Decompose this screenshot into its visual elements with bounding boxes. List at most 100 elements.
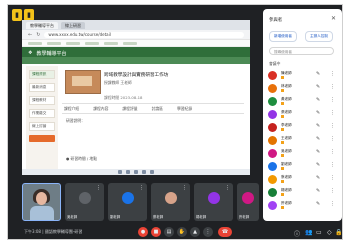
more-icon[interactable]: ⋮	[330, 84, 335, 90]
person-face	[36, 192, 47, 205]
mic-off-icon[interactable]: ✎	[316, 110, 320, 116]
url-field[interactable]: www.xxxx.edu.tw/course/detail	[44, 31, 244, 38]
more-icon[interactable]: ⋮	[330, 175, 335, 181]
info-icon[interactable]: ⓘ	[294, 229, 300, 238]
participant-row[interactable]: 蔡老師 ✎ ⋮	[268, 174, 338, 186]
shared-screen: 教學輔導平台 線上研習 ← ↻ www.xxxx.edu.tw/course/d…	[22, 20, 250, 175]
more-options-icon[interactable]: ⋮	[203, 227, 213, 237]
participant-row[interactable]: 黃老師 ✎ ⋮	[268, 96, 338, 108]
more-icon[interactable]: ⋮	[330, 162, 335, 168]
course-tab[interactable]: 課程評量	[122, 106, 137, 112]
bookmark[interactable]	[47, 41, 61, 45]
people-icon[interactable]: 👥	[305, 229, 312, 236]
activities-icon[interactable]: ◇	[327, 229, 332, 236]
participant-tile[interactable]: ⋮ 蔡老師	[151, 183, 190, 221]
taskbar-app-icon[interactable]	[142, 170, 146, 174]
close-icon[interactable]: ✕	[331, 15, 336, 22]
sidebar-action-button[interactable]	[29, 135, 55, 142]
address-bar: ← ↻ www.xxxx.edu.tw/course/detail	[22, 30, 250, 40]
more-icon[interactable]: ⋮	[330, 188, 335, 194]
participant-row[interactable]: 吳老師 ✎ ⋮	[268, 148, 338, 160]
participant-tile[interactable]: 許老師	[237, 183, 259, 221]
more-icon[interactable]: ⋮	[330, 149, 335, 155]
search-people-input[interactable]: 搜尋使用者	[269, 47, 334, 55]
participant-tile[interactable]: ⋮ 楊老師	[194, 183, 233, 221]
raise-hand-icon[interactable]: ✋	[177, 227, 187, 237]
more-icon[interactable]: ⋮	[182, 185, 187, 191]
participants-panel: 參與者 ✕ 新增使用者 主辦人控制 搜尋使用者 會議中 陳老師 ✎ ⋮ 林老師 …	[263, 9, 342, 221]
reload-icon[interactable]: ↻	[36, 32, 40, 38]
present-icon[interactable]: ▲	[190, 227, 200, 237]
more-icon[interactable]: ⋮	[330, 110, 335, 116]
mic-off-icon[interactable]: ✎	[316, 188, 320, 194]
section-label: 會議中	[269, 61, 281, 66]
site-title: 教學輔導平台	[36, 50, 67, 57]
bookmark[interactable]	[85, 41, 99, 45]
participant-row[interactable]: 許老師 ✎ ⋮	[268, 200, 338, 212]
mic-off-icon[interactable]: ✎	[316, 175, 320, 181]
lock-icon[interactable]: 🔒	[335, 229, 342, 236]
more-icon[interactable]: ⋮	[330, 201, 335, 207]
avatar	[242, 192, 254, 204]
sidebar-item[interactable]: 線上討論	[29, 122, 55, 131]
taskbar-app-icon[interactable]	[118, 170, 122, 174]
camera-off-icon[interactable]: ■	[151, 227, 161, 237]
course-tab[interactable]: 學習紀錄	[177, 106, 192, 112]
mic-off-icon[interactable]: ✎	[316, 84, 320, 90]
participant-row[interactable]: 李老師 ✎ ⋮	[268, 122, 338, 134]
self-video-tile[interactable]	[22, 183, 61, 221]
browser-tab[interactable]: 教學輔導平台	[26, 21, 58, 29]
mic-off-icon[interactable]: ✎	[316, 201, 320, 207]
app-icon[interactable]: ▮	[12, 9, 22, 21]
avatar	[268, 188, 277, 197]
taskbar-app-icon[interactable]	[126, 170, 130, 174]
participant-tile[interactable]: ⋮ 吳老師	[65, 183, 104, 221]
more-icon[interactable]: ⋮	[139, 185, 144, 191]
more-icon[interactable]: ⋮	[330, 123, 335, 129]
mic-off-icon[interactable]: ✎	[316, 97, 320, 103]
sidebar-item[interactable]: 作業繳交	[29, 109, 55, 118]
avatar	[268, 149, 277, 158]
add-people-button[interactable]: 新增使用者	[269, 31, 297, 42]
host-controls-button[interactable]: 主辦人控制	[305, 31, 333, 42]
bookmark[interactable]	[28, 41, 42, 45]
mic-off-icon[interactable]: ●	[138, 227, 148, 237]
browser-tabstrip: 教學輔導平台 線上研習	[22, 20, 250, 30]
status-flag-icon	[281, 89, 284, 92]
course-meta: 課程時間 2023-08-18	[104, 95, 143, 100]
participant-row[interactable]: 陳老師 ✎ ⋮	[268, 70, 338, 82]
more-icon[interactable]: ⋮	[330, 71, 335, 77]
mic-off-icon[interactable]: ✎	[316, 71, 320, 77]
mic-off-icon[interactable]: ✎	[316, 162, 320, 168]
more-icon[interactable]: ⋮	[96, 185, 101, 191]
bookmark[interactable]	[104, 41, 118, 45]
taskbar-app-icon[interactable]	[150, 170, 154, 174]
participant-row[interactable]: 林老師 ✎ ⋮	[268, 83, 338, 95]
course-tab[interactable]: 課程內容	[93, 106, 108, 112]
mic-off-icon[interactable]: ✎	[316, 123, 320, 129]
mic-off-icon[interactable]: ✎	[316, 149, 320, 155]
taskbar-app-icon[interactable]	[134, 170, 138, 174]
browser-tab[interactable]: 線上研習	[61, 21, 85, 29]
sidebar-item[interactable]: 課程教材	[29, 96, 55, 105]
participant-row[interactable]: 劉老師 ✎ ⋮	[268, 161, 338, 173]
sidebar-item[interactable]: 課程資訊	[29, 70, 55, 79]
participant-row[interactable]: 張老師 ✎ ⋮	[268, 109, 338, 121]
sidebar-item[interactable]: 最新消息	[29, 83, 55, 92]
chat-icon[interactable]: ▭	[316, 229, 322, 236]
more-icon[interactable]: ⋮	[330, 136, 335, 142]
back-icon[interactable]: ←	[28, 32, 32, 38]
end-call-button[interactable]: ☎	[218, 227, 232, 237]
course-tab[interactable]: 課程介紹	[64, 106, 79, 112]
participant-row[interactable]: 楊老師 ✎ ⋮	[268, 187, 338, 199]
participant-row[interactable]: 王老師 ✎ ⋮	[268, 135, 338, 147]
tile-name: 許老師	[239, 215, 250, 219]
bookmark[interactable]	[66, 41, 80, 45]
more-icon[interactable]: ⋮	[225, 185, 230, 191]
bookmark[interactable]	[123, 41, 137, 45]
course-tab[interactable]: 討論區	[152, 106, 163, 112]
mic-off-icon[interactable]: ✎	[316, 136, 320, 142]
participant-tile[interactable]: ⋮ 劉老師	[108, 183, 147, 221]
more-icon[interactable]: ⋮	[330, 97, 335, 103]
captions-icon[interactable]: ▤	[164, 227, 174, 237]
